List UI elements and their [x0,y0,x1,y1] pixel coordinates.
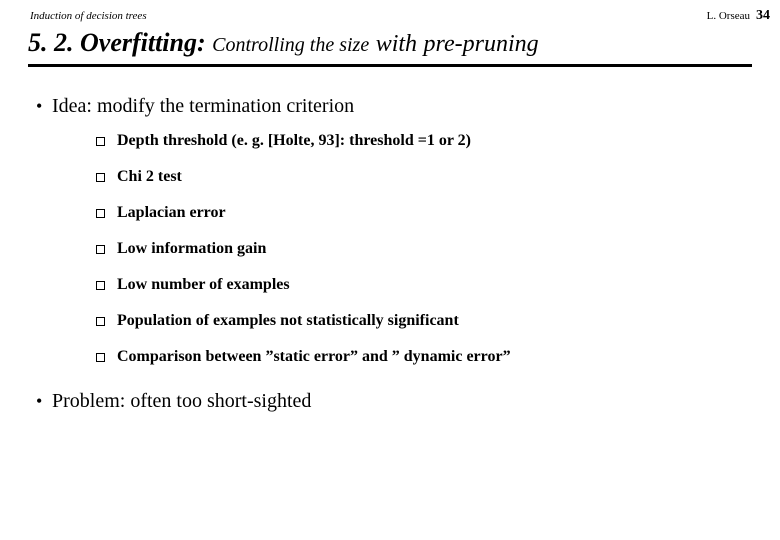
title-method: pre-pruning [424,31,539,57]
sub-bullet-text: Chi 2 test [117,168,182,186]
sub-bullet-text: Low number of examples [117,276,290,294]
sub-bullet: Population of examples not statistically… [96,312,752,330]
title-keyword: Overfitting: [80,28,206,57]
slide-title: 5. 2. Overfitting: Controlling the size … [28,24,752,67]
checkbox-marker [96,173,105,182]
sub-bullet-text: Low information gain [117,240,266,258]
checkbox-marker [96,245,105,254]
checkbox-marker [96,317,105,326]
sub-bullet: Comparison between ”static error” and ” … [96,348,752,366]
header-right: L. Orseau [707,10,750,22]
bullet-problem: • Problem: often too short-sighted [36,390,752,413]
bullet-text: Problem: often too short-sighted [52,390,311,413]
title-subtitle: Controlling the size [212,34,369,56]
page-number: 34 [756,8,770,24]
bullet-marker: • [36,95,52,117]
sub-bullet-text: Comparison between ”static error” and ” … [117,348,511,366]
sub-bullet-text: Depth threshold (e. g. [Holte, 93]: thre… [117,132,471,150]
sub-bullet: Chi 2 test [96,168,752,186]
sub-bullet: Low information gain [96,240,752,258]
checkbox-marker [96,353,105,362]
content-body: • Idea: modify the termination criterion… [28,95,752,413]
checkbox-marker [96,281,105,290]
sub-bullet-text: Laplacian error [117,204,226,222]
sub-bullet: Laplacian error [96,204,752,222]
sub-bullet: Low number of examples [96,276,752,294]
sub-bullet-text: Population of examples not statistically… [117,312,459,330]
title-connector: with [376,31,417,57]
sub-bullet: Depth threshold (e. g. [Holte, 93]: thre… [96,132,752,150]
bullet-marker: • [36,390,52,412]
checkbox-marker [96,209,105,218]
header-left: Induction of decision trees [30,10,147,22]
running-header: Induction of decision trees L. Orseau [28,10,752,24]
bullet-text: Idea: modify the termination criterion [52,95,354,118]
checkbox-marker [96,137,105,146]
title-section-number: 5. 2. [28,28,74,57]
bullet-idea: • Idea: modify the termination criterion [36,95,752,118]
